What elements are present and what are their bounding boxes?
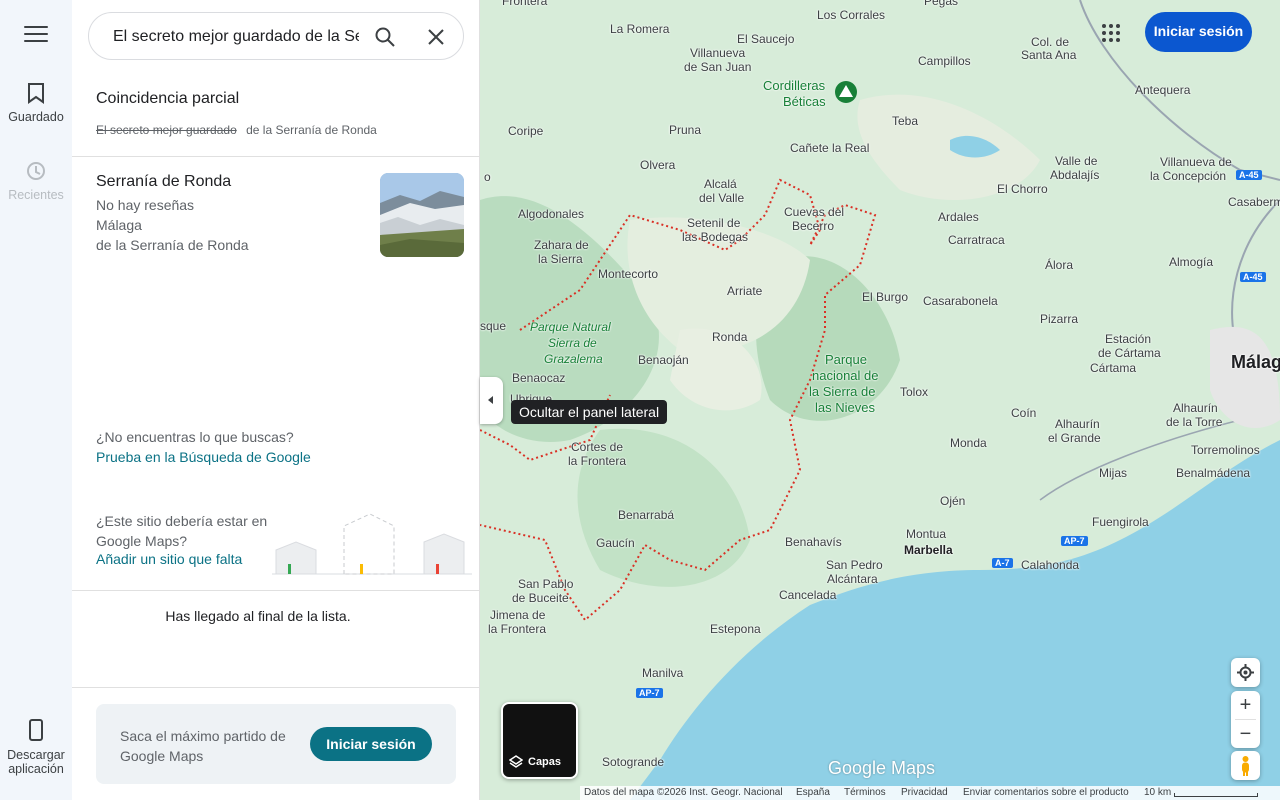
layers-label: Capas xyxy=(528,756,562,768)
privacy-link[interactable]: Privacidad xyxy=(901,787,948,798)
side-panel: Coincidencia parcial El secreto mejor gu… xyxy=(72,0,480,800)
apps-grid-icon[interactable] xyxy=(1101,23,1121,43)
left-rail: Guardado Recientes Descargar aplicación xyxy=(0,0,72,800)
collapse-tooltip: Ocultar el panel lateral xyxy=(511,400,668,424)
scale-bar xyxy=(1174,793,1258,797)
layers-button[interactable]: Capas xyxy=(501,702,578,779)
divider xyxy=(72,590,480,591)
add-place-question: ¿Este sitio debería estar en Google Maps… xyxy=(96,513,268,549)
search-input[interactable] xyxy=(113,25,359,49)
partial-match-struck: El secreto mejor guardado xyxy=(96,123,237,137)
houses-illustration xyxy=(272,513,472,575)
promo-signin-button[interactable]: Iniciar sesión xyxy=(310,727,432,761)
road-shield: A-7 xyxy=(992,558,1013,568)
result-descriptor: de la Serranía de Ronda xyxy=(96,237,249,253)
result-province: Málaga xyxy=(96,217,142,233)
partial-match-title: Coincidencia parcial xyxy=(96,90,240,107)
road-shield: AP-7 xyxy=(1061,536,1088,546)
collapse-panel-button[interactable] xyxy=(480,377,503,424)
result-photo[interactable] xyxy=(380,173,464,257)
google-maps-logo: Google Maps xyxy=(828,758,936,778)
layers-icon xyxy=(509,755,523,768)
country-link[interactable]: España xyxy=(796,787,830,798)
road-shield: A-45 xyxy=(1236,170,1262,180)
add-missing-place-link[interactable]: Añadir un sitio que falta xyxy=(96,551,242,567)
download-app-button[interactable]: Descargar aplicación xyxy=(0,718,72,776)
saved-button[interactable]: Guardado xyxy=(0,82,72,124)
phone-icon xyxy=(29,719,43,741)
road-shield: AP-7 xyxy=(636,688,663,698)
zoom-controls: + − xyxy=(1231,691,1260,748)
download-label-2: aplicación xyxy=(8,762,64,776)
recents-button[interactable]: Recientes xyxy=(0,160,72,202)
scale-label[interactable]: 10 km xyxy=(1144,787,1171,798)
zoom-out-button[interactable]: − xyxy=(1231,720,1260,748)
bookmark-icon xyxy=(28,83,44,104)
menu-icon[interactable] xyxy=(24,26,48,46)
street-view-button[interactable] xyxy=(1231,751,1260,780)
help-question: ¿No encuentras lo que buscas? xyxy=(96,429,294,445)
feedback-link[interactable]: Enviar comentarios sobre el producto xyxy=(963,787,1129,798)
close-icon[interactable] xyxy=(425,26,447,48)
zoom-in-button[interactable]: + xyxy=(1231,691,1260,719)
recents-label: Recientes xyxy=(8,188,64,202)
divider xyxy=(72,687,480,688)
partial-match-matched: de la Serranía de Ronda xyxy=(246,123,377,137)
search-box[interactable] xyxy=(88,12,464,60)
history-icon xyxy=(27,162,45,180)
signin-promo: Saca el máximo partido de Google Maps In… xyxy=(96,704,456,784)
pegman-icon xyxy=(1242,756,1249,776)
search-icon[interactable] xyxy=(373,25,397,49)
result-name[interactable]: Serranía de Ronda xyxy=(96,173,231,191)
partial-match-detail: El secreto mejor guardado de la Serranía… xyxy=(96,123,377,137)
result-item[interactable]: Serranía de Ronda No hay reseñas Málaga … xyxy=(72,157,480,277)
download-label-1: Descargar xyxy=(7,748,65,762)
google-search-link[interactable]: Prueba en la Búsqueda de Google xyxy=(96,449,311,465)
terms-link[interactable]: Términos xyxy=(844,787,886,798)
road-shield: A-45 xyxy=(1240,272,1266,282)
signin-button[interactable]: Iniciar sesión xyxy=(1145,12,1252,52)
saved-label: Guardado xyxy=(8,110,64,124)
my-location-button[interactable] xyxy=(1231,658,1260,687)
promo-text: Saca el máximo partido de Google Maps xyxy=(120,728,286,764)
my-location-icon xyxy=(1237,664,1254,681)
map-footer: Datos del mapa ©2026 Inst. Geogr. Nacion… xyxy=(580,786,1280,800)
result-reviews: No hay reseñas xyxy=(96,197,195,213)
end-of-list-message: Has llegado al final de la lista. xyxy=(165,608,351,624)
map-data-attribution: Datos del mapa ©2026 Inst. Geogr. Nacion… xyxy=(584,787,783,798)
